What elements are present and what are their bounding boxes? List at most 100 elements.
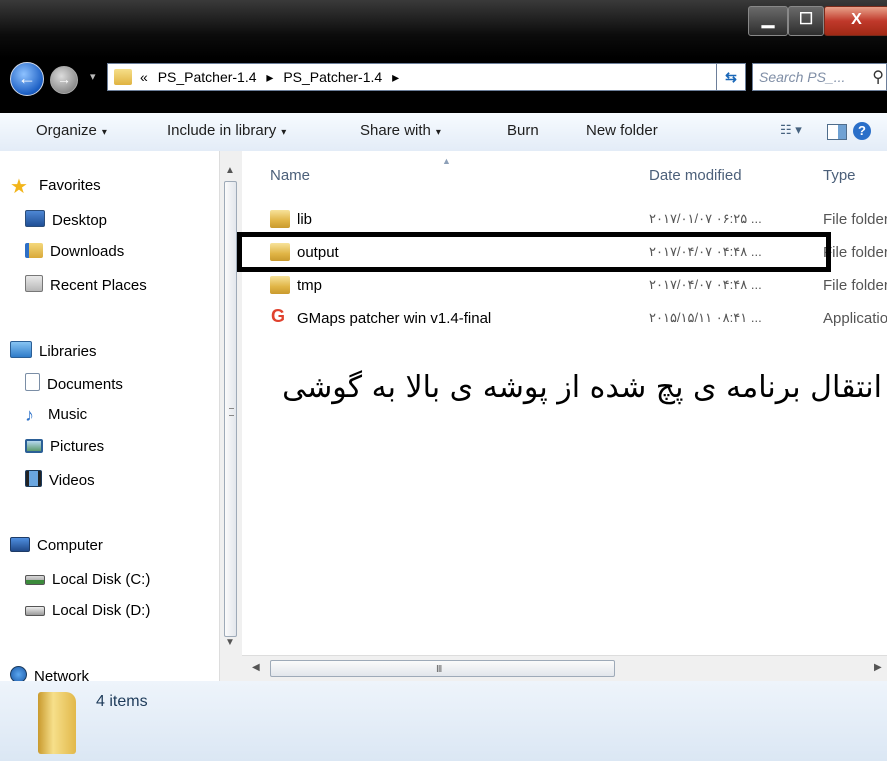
chevron-down-icon: ▾ <box>435 127 441 138</box>
scrollbar-thumb[interactable] <box>224 181 237 637</box>
sidebar-item-label: Videos <box>49 472 95 489</box>
recent-places-icon <box>25 275 43 292</box>
file-name: lib <box>297 211 313 228</box>
view-options-icon: ☷ ▾ <box>780 122 802 137</box>
file-date: ۲۰۱۷/۰۱/۰۷ ۰۶:۲۵ ... <box>649 211 762 226</box>
item-count: 4 items <box>96 693 148 710</box>
new-folder-button[interactable]: New folder <box>586 122 658 139</box>
chevron-down-icon: ▾ <box>281 127 287 138</box>
sidebar-item-pictures[interactable]: Pictures <box>25 438 104 455</box>
downloads-icon <box>25 243 43 258</box>
star-icon: ★ <box>10 176 28 198</box>
preview-pane-icon[interactable] <box>827 124 847 140</box>
scroll-right-icon[interactable]: ▶ <box>874 662 882 673</box>
navigation-scrollbar[interactable]: ▲ ▼ <box>219 151 243 681</box>
column-header-date-modified[interactable]: Date modified <box>649 167 742 184</box>
breadcrumb-separator[interactable]: ▸ <box>392 69 399 85</box>
minimize-icon: ▁ <box>761 11 775 28</box>
sidebar-item-computer[interactable]: Computer <box>10 537 103 554</box>
folder-icon <box>38 692 76 754</box>
organize-label: Organize <box>36 122 97 139</box>
pictures-icon <box>25 439 43 453</box>
file-type: File folder <box>823 277 887 294</box>
details-pane: 4 items <box>0 681 887 761</box>
sort-ascending-icon: ▲ <box>442 156 451 166</box>
include-in-library-button[interactable]: Include in library ▾ <box>167 122 286 139</box>
sidebar-item-label: Favorites <box>39 177 101 194</box>
sidebar-item-label: Libraries <box>39 343 97 360</box>
annotation-text: انتقال برنامه ی پچ شده از پوشه ی بالا به… <box>282 370 882 405</box>
sidebar-item-label: Local Disk (C:) <box>52 571 151 588</box>
file-date: ۲۰۱۵/۱۵/۱۱ ۰۸:۴۱ ... <box>649 310 762 325</box>
chevron-down-icon: ▾ <box>101 127 107 138</box>
column-header-type[interactable]: Type <box>823 167 856 184</box>
burn-button[interactable]: Burn <box>507 122 539 139</box>
scroll-left-icon[interactable]: ◀ <box>252 662 260 673</box>
sidebar-item-videos[interactable]: Videos <box>25 470 95 489</box>
forward-button[interactable]: → <box>50 66 78 94</box>
sidebar-item-label: Desktop <box>52 212 108 229</box>
file-name: GMaps patcher win v1.4-final <box>297 310 492 327</box>
recent-pages-dropdown[interactable]: ▾ <box>90 70 96 83</box>
refresh-button[interactable]: ⇆ <box>716 63 746 91</box>
minimize-button[interactable]: ▁ <box>748 6 788 36</box>
breadcrumb-item[interactable]: PS_Patcher-1.4 <box>158 69 257 85</box>
file-date: ۲۰۱۷/۰۴/۰۷ ۰۴:۴۸ ... <box>649 277 762 292</box>
grip-icon <box>229 408 234 416</box>
share-with-button[interactable]: Share with ▾ <box>360 122 441 139</box>
sidebar-item-desktop[interactable]: Desktop <box>25 210 107 229</box>
file-type: File folder <box>823 244 887 261</box>
sidebar-item-music[interactable]: ♪ Music <box>25 406 88 424</box>
search-input[interactable]: Search PS_... ⚲ <box>752 63 887 91</box>
sidebar-item-label: Computer <box>37 537 103 554</box>
address-bar[interactable]: « PS_Patcher-1.4 ▸ PS_Patcher-1.4 ▸ ▾ <box>107 63 745 91</box>
sidebar-item-downloads[interactable]: Downloads <box>25 243 124 260</box>
navigation-bar: ← → ▾ « PS_Patcher-1.4 ▸ PS_Patcher-1.4 … <box>0 58 887 98</box>
sidebar-item-documents[interactable]: Documents <box>25 373 123 393</box>
folder-icon <box>270 210 290 228</box>
breadcrumb-separator[interactable]: ▸ <box>266 69 273 85</box>
help-icon[interactable]: ? <box>853 122 871 140</box>
sidebar-item-local-disk-c[interactable]: Local Disk (C:) <box>25 569 150 588</box>
sidebar-item-recent-places[interactable]: Recent Places <box>25 275 147 294</box>
column-header-name[interactable]: Name <box>270 167 310 184</box>
file-type: Application <box>823 310 887 327</box>
file-row-tmp[interactable]: tmp ۲۰۱۷/۰۴/۰۷ ۰۴:۴۸ ... File folder <box>242 270 887 302</box>
forward-arrow-icon: → <box>57 71 71 87</box>
command-toolbar: Organize ▾ Include in library ▾ Share with… <box>0 113 887 152</box>
breadcrumb: « PS_Patcher-1.4 ▸ PS_Patcher-1.4 ▸ <box>140 69 405 86</box>
maximize-icon: ☐ <box>798 11 814 28</box>
navigation-pane: ★ Favorites Desktop Downloads Recent Plac… <box>0 151 242 681</box>
network-icon <box>10 666 27 681</box>
folder-icon <box>270 276 290 294</box>
search-placeholder: Search PS_... <box>759 69 846 85</box>
scroll-up-icon[interactable]: ▲ <box>225 165 235 176</box>
maximize-button[interactable]: ☐ <box>788 6 824 36</box>
sidebar-item-libraries[interactable]: Libraries <box>10 341 97 360</box>
sidebar-item-local-disk-d[interactable]: Local Disk (D:) <box>25 602 150 619</box>
organize-button[interactable]: Organize ▾ <box>36 122 107 139</box>
back-arrow-icon: ← <box>18 68 36 88</box>
sidebar-item-label: Music <box>48 406 88 423</box>
scrollbar-thumb[interactable]: III <box>270 660 615 677</box>
close-icon: X <box>851 11 862 28</box>
folder-icon <box>114 69 132 85</box>
sidebar-item-favorites[interactable]: ★ Favorites <box>10 176 101 198</box>
breadcrumb-item[interactable]: PS_Patcher-1.4 <box>283 69 382 85</box>
sidebar-item-network[interactable]: Network <box>10 666 89 681</box>
include-in-library-label: Include in library <box>167 122 277 139</box>
file-name: tmp <box>297 277 323 294</box>
scroll-down-icon[interactable]: ▼ <box>225 637 235 648</box>
sidebar-item-label: Local Disk (D:) <box>52 602 151 619</box>
file-row-gmaps-patcher[interactable]: G GMaps patcher win v1.4-final ۲۰۱۵/۱۵/۱… <box>242 303 887 335</box>
back-button[interactable]: ← <box>10 62 44 96</box>
gmaps-app-icon: G <box>271 306 286 326</box>
change-view-button[interactable]: ☷ ▾ <box>780 122 816 142</box>
horizontal-scrollbar[interactable]: ◀ III ▶ <box>242 655 887 682</box>
refresh-icon: ⇆ <box>725 69 737 85</box>
documents-icon <box>25 373 40 391</box>
search-icon[interactable]: ⚲ <box>872 67 884 87</box>
breadcrumb-overflow[interactable]: « <box>140 69 148 85</box>
close-button[interactable]: X <box>824 6 887 36</box>
sidebar-item-label: Downloads <box>50 243 125 260</box>
